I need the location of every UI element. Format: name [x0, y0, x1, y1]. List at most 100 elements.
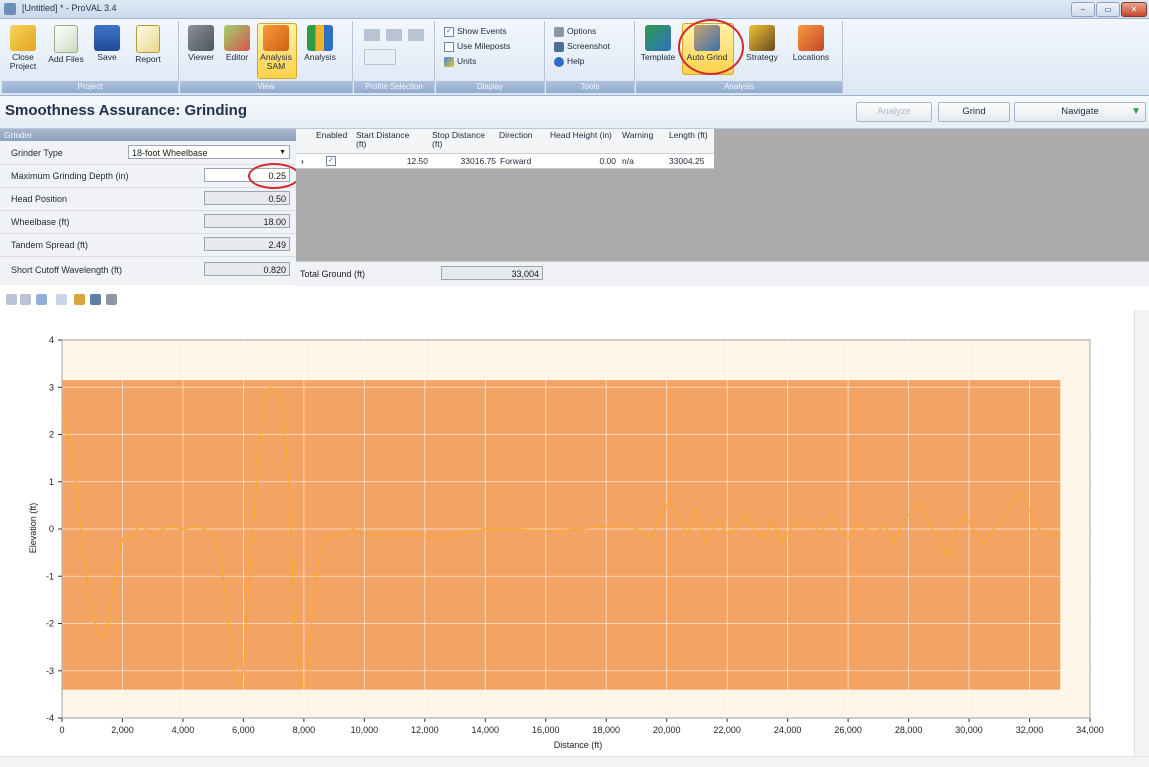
minimize-button[interactable]: – [1071, 2, 1095, 17]
grinder-type-dropdown[interactable]: 18-foot Wheelbase ▼ [128, 145, 290, 159]
units-icon [444, 56, 454, 67]
locations-label: Locations [792, 52, 830, 62]
viewer-icon [188, 25, 214, 51]
group-label-analysis: Analysis [636, 81, 842, 93]
analyze-button[interactable]: Analyze [856, 102, 932, 122]
checkbox-checked-icon: ✓ [326, 155, 336, 166]
locations-button[interactable]: Locations [788, 25, 834, 62]
screenshot-label: Screenshot [567, 41, 610, 51]
back-arrow-icon[interactable] [6, 294, 17, 305]
maximize-button[interactable]: ▭ [1096, 2, 1120, 17]
ribbon-group-tools: Options Screenshot Help Tools [546, 21, 635, 93]
template-icon [645, 25, 671, 51]
wrench-icon [554, 26, 564, 37]
table-row[interactable]: › ✓ 12.50 33016.75 Forward 0.00 n/a 3300… [296, 154, 714, 169]
analysis-icon [307, 25, 333, 51]
editor-icon [224, 25, 250, 51]
grinder-type-label: Grinder Type [11, 148, 63, 158]
row-enabled-checkbox[interactable]: ✓ [326, 155, 339, 166]
col-stop-distance[interactable]: Stop Distance (ft) [432, 131, 488, 149]
row-start-distance: 12.50 [406, 156, 428, 166]
x-tick-label: 2,000 [111, 725, 134, 735]
tandem-spread-row: Tandem Spread (ft) 2.49 [0, 234, 296, 257]
ribbon-group-profile-selection: Profile Selection [354, 21, 435, 93]
export-icon[interactable] [90, 294, 101, 305]
analysis-sam-label: Analysis SAM [260, 52, 292, 71]
folder-close-icon [10, 25, 36, 51]
close-project-button[interactable]: Close Project [6, 25, 40, 71]
y-tick-label: -2 [46, 619, 54, 629]
viewer-label: Viewer [188, 52, 214, 62]
editor-button[interactable]: Editor [220, 25, 254, 62]
x-tick-label: 20,000 [653, 725, 681, 735]
vertical-scrollbar[interactable] [1134, 310, 1149, 757]
x-tick-label: 14,000 [472, 725, 500, 735]
report-label: Report [135, 54, 161, 64]
zoom-extents-icon[interactable] [56, 294, 67, 305]
options-button[interactable]: Options [554, 25, 596, 38]
grind-button[interactable]: Grind [938, 102, 1010, 122]
horizontal-scrollbar[interactable] [0, 756, 1149, 767]
use-mileposts-checkbox[interactable]: Use Mileposts [444, 40, 510, 53]
close-window-button[interactable]: ✕ [1121, 2, 1147, 17]
screenshot-icon [554, 41, 564, 52]
head-position-label: Head Position [11, 194, 68, 204]
y-tick-label: -1 [46, 571, 54, 581]
x-tick-label: 28,000 [895, 725, 923, 735]
forward-arrow-icon[interactable] [20, 294, 31, 305]
wheelbase-field[interactable]: 18.00 [204, 214, 290, 228]
strategy-button[interactable]: Strategy [742, 25, 782, 62]
x-tick-label: 26,000 [834, 725, 862, 735]
save-button[interactable]: Save [92, 25, 122, 62]
close-project-label: Close Project [9, 52, 37, 71]
grinder-type-row: Grinder Type 18-foot Wheelbase ▼ [0, 142, 296, 165]
help-icon [554, 56, 564, 67]
template-button[interactable]: Template [638, 25, 678, 62]
head-position-field[interactable]: 0.50 [204, 191, 290, 205]
x-tick-label: 22,000 [713, 725, 741, 735]
screenshot-button[interactable]: Screenshot [554, 40, 610, 53]
show-events-checkbox[interactable]: ✓ Show Events [444, 25, 507, 38]
col-head-height[interactable]: Head Height (in) [550, 131, 614, 140]
template-label: Template [640, 52, 676, 62]
x-tick-label: 12,000 [411, 725, 439, 735]
group-label-project: Project [2, 81, 178, 93]
row-length: 33004.25 [669, 156, 705, 166]
save-icon [94, 25, 120, 51]
group-label-display: Display [436, 81, 544, 93]
copy-icon[interactable] [74, 294, 85, 305]
add-files-button[interactable]: Add Files [46, 25, 86, 64]
show-events-label: Show Events [457, 26, 507, 36]
grind-table: Enabled Start Distance (ft) Stop Distanc… [296, 129, 1149, 261]
short-cutoff-field[interactable]: 0.820 [204, 262, 290, 276]
x-tick-label: 24,000 [774, 725, 802, 735]
elevation-chart[interactable]: 0 2,000 4,000 6,000 8,000 10,000 12,000 14,000 1… [0, 310, 1149, 767]
max-grinding-depth-row: Maximum Grinding Depth (in) 0.25 [0, 163, 300, 189]
analysis-view-button[interactable]: Analysis [300, 25, 340, 62]
analysis-sam-button[interactable]: Analysis SAM [258, 25, 294, 71]
col-direction[interactable]: Direction [499, 131, 533, 140]
y-tick-label: -3 [46, 666, 54, 676]
viewer-button[interactable]: Viewer [184, 25, 218, 62]
navigate-button[interactable]: Navigate ▼ [1014, 102, 1146, 122]
row-selector-icon: › [301, 156, 304, 166]
strategy-icon [749, 25, 775, 51]
report-button[interactable]: Report [128, 25, 168, 64]
units-dropdown[interactable]: Units [444, 55, 476, 68]
short-cutoff-row: Short Cutoff Wavelength (ft) 0.820 [0, 259, 296, 281]
zoom-icon[interactable] [36, 294, 47, 305]
ribbon-group-analysis: Template Auto Grind Strategy Locations A… [636, 19, 843, 93]
app-icon [4, 3, 16, 15]
locations-icon [798, 25, 824, 51]
print-icon[interactable] [106, 294, 117, 305]
x-tick-label: 30,000 [955, 725, 983, 735]
y-tick-label: 3 [49, 382, 54, 392]
col-length[interactable]: Length (ft) [669, 131, 709, 140]
col-enabled[interactable]: Enabled [316, 131, 347, 140]
col-warning[interactable]: Warning [622, 131, 653, 140]
help-button[interactable]: Help [554, 55, 584, 68]
tandem-spread-field[interactable]: 2.49 [204, 237, 290, 251]
x-tick-label: 18,000 [592, 725, 620, 735]
x-tick-label: 0 [59, 725, 64, 735]
col-start-distance[interactable]: Start Distance (ft) [356, 131, 418, 149]
